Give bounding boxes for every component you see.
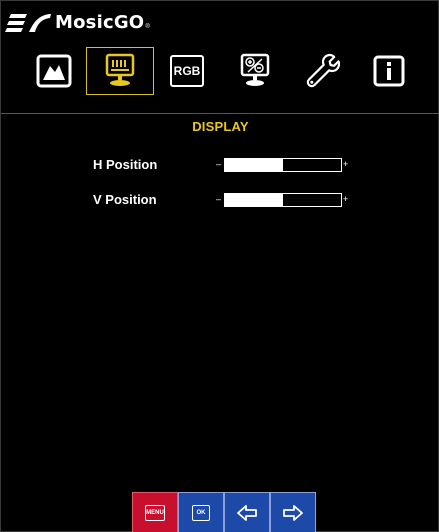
menu-button-label: MENU bbox=[145, 504, 165, 521]
picture-mountain-icon bbox=[36, 54, 72, 88]
section-title: DISPLAY bbox=[192, 119, 249, 134]
right-button[interactable] bbox=[270, 492, 316, 532]
tab-picture[interactable] bbox=[20, 47, 88, 95]
osd-window: MosicGO ® RGB DISPLAY H Position – + V P… bbox=[0, 0, 439, 532]
brand-name: MosicGO bbox=[55, 12, 145, 33]
tab-setup[interactable] bbox=[289, 47, 357, 95]
bottom-nav: MENU OK bbox=[132, 492, 316, 532]
slider-fill bbox=[225, 194, 283, 206]
h-position-slider[interactable]: – + bbox=[216, 154, 350, 176]
slider-fill bbox=[225, 159, 283, 171]
menu-tabs: RGB bbox=[1, 41, 439, 101]
tab-info[interactable] bbox=[355, 47, 423, 95]
v-position-slider[interactable]: – + bbox=[216, 189, 350, 211]
slider-plus: + bbox=[343, 194, 349, 204]
brand-logo: MosicGO ® bbox=[5, 11, 150, 35]
header-divider bbox=[1, 113, 439, 114]
tab-display[interactable] bbox=[86, 47, 154, 95]
setting-label: V Position bbox=[93, 192, 157, 207]
slider-minus: – bbox=[216, 159, 222, 169]
tab-rgb[interactable]: RGB bbox=[153, 47, 221, 95]
menu-button[interactable]: MENU bbox=[132, 492, 178, 532]
header: MosicGO ® bbox=[1, 1, 439, 41]
brand-reg-mark: ® bbox=[145, 24, 150, 30]
slider-track bbox=[224, 158, 342, 172]
setting-label: H Position bbox=[93, 157, 158, 172]
setting-v-position: V Position – + bbox=[1, 189, 439, 211]
rgb-icon: RGB bbox=[170, 55, 204, 87]
tab-pip[interactable] bbox=[221, 47, 289, 95]
wrench-icon bbox=[306, 53, 341, 88]
info-icon bbox=[373, 55, 405, 87]
setting-h-position: H Position – + bbox=[1, 154, 439, 176]
left-button[interactable] bbox=[224, 492, 270, 532]
slider-track bbox=[224, 193, 342, 207]
slider-plus: + bbox=[343, 159, 349, 169]
brand-mark-icon bbox=[5, 14, 51, 32]
arrow-left-icon bbox=[237, 504, 257, 521]
slider-minus: – bbox=[216, 194, 222, 204]
arrow-right-icon bbox=[283, 504, 303, 521]
ok-button-label: OK bbox=[192, 504, 210, 521]
ok-button[interactable]: OK bbox=[178, 492, 224, 532]
monitor-display-icon bbox=[105, 53, 135, 86]
monitor-plus-minus-icon bbox=[240, 53, 270, 86]
